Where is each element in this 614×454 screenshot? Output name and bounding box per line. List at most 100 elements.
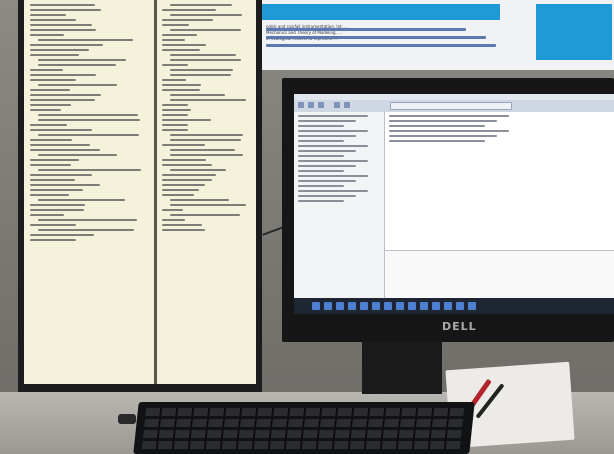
taskbar-app-icon[interactable] [420, 302, 428, 310]
code-line [162, 84, 201, 86]
key-row [144, 419, 463, 427]
taskbar-app-icon[interactable] [432, 302, 440, 310]
code-line [162, 79, 186, 81]
panel-row [298, 200, 344, 202]
taskbar [294, 298, 614, 314]
toolbar-button[interactable] [344, 102, 350, 108]
code-line [30, 184, 100, 186]
code-line [30, 49, 89, 51]
code-line [30, 99, 95, 101]
panel-row [389, 120, 497, 122]
key-row [142, 430, 462, 438]
code-line [162, 89, 200, 91]
poster-line [266, 44, 496, 47]
code-line [170, 94, 225, 96]
poster-line [266, 36, 486, 39]
code-line [30, 194, 69, 196]
toolbar-button[interactable] [334, 102, 340, 108]
code-line [162, 39, 185, 41]
code-line [162, 9, 216, 11]
code-line [162, 189, 199, 191]
poster-header-band [260, 4, 500, 20]
landscape-monitor-screen [294, 94, 614, 314]
taskbar-app-icon[interactable] [444, 302, 452, 310]
code-line [38, 199, 125, 201]
code-line [170, 59, 241, 61]
panel-row [389, 140, 485, 142]
code-line [38, 229, 134, 231]
code-line [162, 219, 185, 221]
code-line [30, 204, 85, 206]
code-line [38, 84, 117, 86]
code-line [162, 64, 188, 66]
code-line [30, 189, 83, 191]
pane-divider[interactable] [154, 0, 157, 384]
toolbar-button[interactable] [318, 102, 324, 108]
panel-row [298, 150, 356, 152]
code-line [30, 24, 92, 26]
code-line [38, 59, 126, 61]
poster-lines [266, 28, 506, 47]
code-line [162, 49, 200, 51]
portrait-monitor-screen [24, 0, 256, 384]
taskbar-app-icon[interactable] [348, 302, 356, 310]
code-line [30, 179, 75, 181]
taskbar-app-icon[interactable] [468, 302, 476, 310]
path-field[interactable] [390, 102, 512, 110]
code-line [170, 149, 235, 151]
command-console[interactable] [385, 250, 614, 299]
panel-row [298, 120, 356, 122]
panel-row [389, 130, 509, 132]
panel-row [389, 115, 509, 117]
code-pane-right[interactable] [162, 4, 252, 304]
taskbar-app-icon[interactable] [372, 302, 380, 310]
code-editor[interactable] [385, 112, 614, 250]
code-line [30, 74, 96, 76]
taskbar-app-icon[interactable] [456, 302, 464, 310]
app-toolbar [294, 100, 614, 112]
code-line [170, 69, 233, 71]
toolbar-button[interactable] [308, 102, 314, 108]
code-line [162, 194, 194, 196]
taskbar-app-icon[interactable] [408, 302, 416, 310]
code-line [162, 144, 205, 146]
taskbar-app-icon[interactable] [312, 302, 320, 310]
code-line [30, 34, 64, 36]
code-line [162, 19, 213, 21]
code-line [38, 119, 140, 121]
code-line [30, 9, 101, 11]
taskbar-app-icon[interactable] [396, 302, 404, 310]
code-line [170, 54, 236, 56]
taskbar-app-icon[interactable] [384, 302, 392, 310]
code-line [162, 179, 212, 181]
taskbar-app-icon[interactable] [336, 302, 344, 310]
code-line [30, 69, 63, 71]
code-line [30, 104, 71, 106]
code-line [170, 199, 229, 201]
code-line [162, 114, 188, 116]
code-line [38, 39, 133, 41]
code-line [30, 164, 71, 166]
code-line [30, 44, 103, 46]
code-line [170, 169, 226, 171]
file-browser-panel[interactable] [294, 112, 385, 298]
code-line [30, 144, 90, 146]
code-line [170, 214, 240, 216]
taskbar-app-icon[interactable] [324, 302, 332, 310]
monitor-stand [362, 342, 442, 394]
taskbar-app-icon[interactable] [360, 302, 368, 310]
code-line [162, 159, 206, 161]
code-line [170, 99, 246, 101]
panel-row [298, 165, 356, 167]
panel-row [298, 140, 344, 142]
code-pane-left[interactable] [30, 4, 148, 380]
code-line [30, 89, 70, 91]
code-line [162, 24, 189, 26]
usb-device [118, 414, 136, 424]
panel-row [298, 195, 356, 197]
toolbar-button[interactable] [298, 102, 304, 108]
dell-logo: DELL [442, 320, 477, 333]
code-line [30, 29, 96, 31]
code-line [162, 119, 211, 121]
poster-line [266, 28, 466, 31]
